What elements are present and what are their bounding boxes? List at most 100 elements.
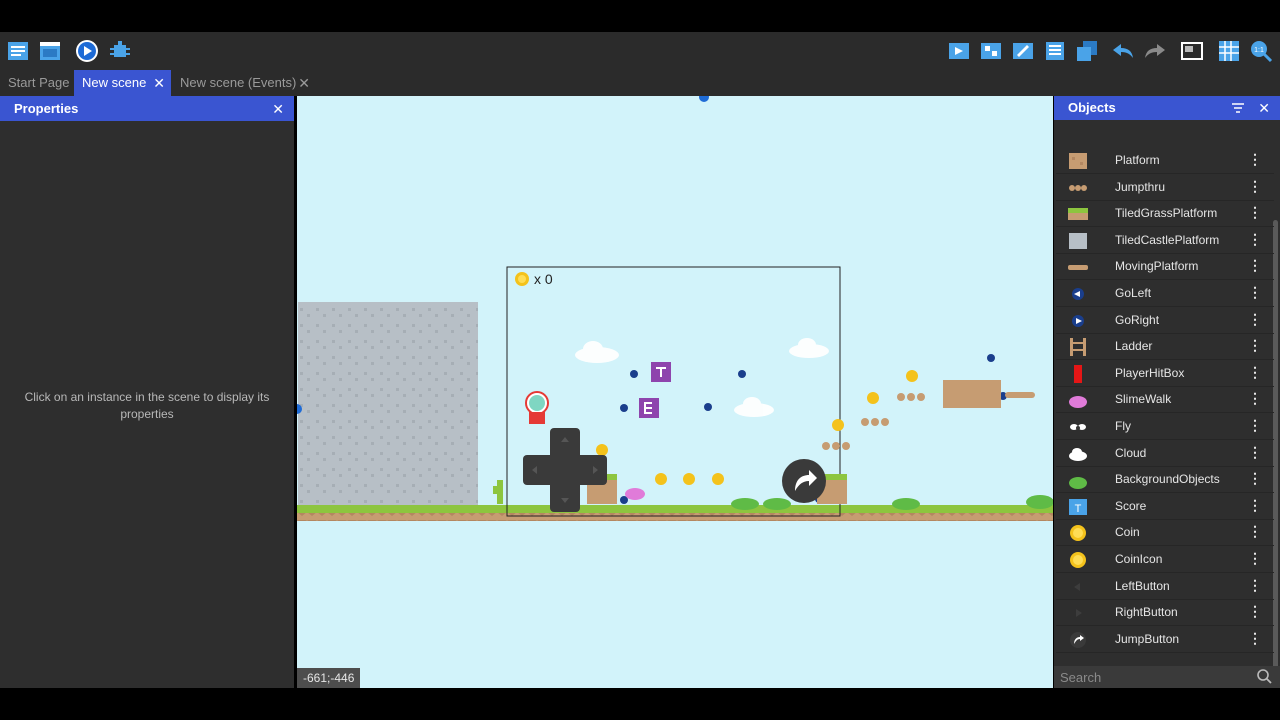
object-label: GoLeft <box>1115 286 1152 300</box>
object-label: CoinIcon <box>1115 552 1163 566</box>
more-options-icon[interactable]: ⋮ <box>1248 444 1262 461</box>
objects-title: Objects <box>1068 100 1116 115</box>
preview-play-icon[interactable] <box>75 39 99 63</box>
object-item[interactable]: TiledGrassPlatform ⋮ <box>1056 201 1274 228</box>
properties-panel-icon[interactable] <box>1011 39 1035 63</box>
object-item[interactable]: JumpButton ⋮ <box>1056 627 1274 653</box>
more-options-icon[interactable]: ⋮ <box>1248 630 1262 647</box>
more-options-icon[interactable]: ⋮ <box>1248 311 1262 328</box>
window-mask-icon[interactable] <box>1180 39 1204 63</box>
object-item[interactable]: BackgroundObjects ⋮ <box>1056 467 1274 494</box>
object-item[interactable]: SlimeWalk ⋮ <box>1056 387 1274 414</box>
redo-icon[interactable] <box>1143 39 1167 63</box>
object-label: SlimeWalk <box>1115 392 1172 407</box>
properties-header: Properties ✕ <box>0 97 294 121</box>
hitbox-icon <box>1074 364 1082 383</box>
ladder-icon <box>1070 338 1086 357</box>
add-object-icon[interactable] <box>947 39 971 63</box>
object-label: RightButton <box>1115 605 1178 620</box>
more-options-icon[interactable]: ⋮ <box>1248 497 1262 514</box>
more-options-icon[interactable]: ⋮ <box>1248 364 1262 381</box>
object-item[interactable]: MovingPlatform ⋮ <box>1056 254 1274 281</box>
object-item[interactable]: Cloud ⋮ <box>1056 441 1274 467</box>
svg-text:1:1: 1:1 <box>1254 47 1264 54</box>
object-label: LeftButton <box>1115 578 1170 593</box>
tab-label: New scene <box>82 75 147 90</box>
object-label: Coin <box>1115 525 1140 540</box>
object-label: Fly <box>1115 419 1131 433</box>
score-icon: T <box>1069 498 1087 515</box>
more-options-icon[interactable]: ⋮ <box>1248 231 1262 248</box>
close-icon[interactable]: ✕ <box>298 70 310 96</box>
fly-icon <box>1070 424 1086 430</box>
object-item[interactable]: Ladder ⋮ <box>1056 334 1274 361</box>
close-icon[interactable]: ✕ <box>153 70 165 96</box>
object-item[interactable]: Jumpthru ⋮ <box>1056 175 1274 201</box>
debugger-icon[interactable] <box>108 39 132 63</box>
more-options-icon[interactable]: ⋮ <box>1248 178 1262 195</box>
object-item[interactable]: GoLeft ⋮ <box>1056 281 1274 307</box>
object-item[interactable]: T Score ⋮ <box>1056 494 1274 520</box>
objects-search <box>1054 666 1280 688</box>
object-item[interactable]: Coin ⋮ <box>1056 520 1274 547</box>
filter-icon[interactable] <box>1232 103 1244 113</box>
more-options-icon[interactable]: ⋮ <box>1248 523 1262 540</box>
cursor-coordinates: -661;-446 <box>297 668 361 688</box>
object-item[interactable]: RightButton ⋮ <box>1056 600 1274 627</box>
properties-title: Properties <box>14 101 79 116</box>
cloud-icon <box>1069 447 1087 461</box>
more-options-icon[interactable]: ⋮ <box>1248 204 1262 221</box>
more-options-icon[interactable]: ⋮ <box>1248 577 1262 594</box>
more-options-icon[interactable]: ⋮ <box>1248 603 1262 620</box>
scene-render: x 0 <box>297 96 1053 521</box>
grid-icon[interactable] <box>1217 39 1241 63</box>
coin-icon <box>1070 552 1086 568</box>
toolbar: 1:1 <box>0 32 1280 70</box>
layers-icon[interactable] <box>1075 39 1099 63</box>
object-label: Cloud <box>1115 445 1147 460</box>
right-button-icon <box>1070 606 1086 621</box>
more-options-icon[interactable]: ⋮ <box>1248 550 1262 567</box>
object-item[interactable]: PlayerHitBox ⋮ <box>1056 361 1274 387</box>
more-options-icon[interactable]: ⋮ <box>1248 470 1262 487</box>
objects-list: Platform ⋮ Jumpthru ⋮ TiledGrassPlatform ⋮ Til… <box>1056 148 1276 666</box>
go-left-icon <box>1072 288 1084 300</box>
object-item[interactable]: TiledCastlePlatform ⋮ <box>1056 228 1274 254</box>
jump-control <box>782 459 826 503</box>
tab-new-scene-events[interactable]: New scene (Events) ✕ <box>172 70 316 96</box>
scene-canvas[interactable]: x 0 <box>297 96 1053 688</box>
bottom-bar <box>0 688 1280 720</box>
grass-ground <box>297 505 1053 513</box>
object-item[interactable]: GoRight ⋮ <box>1056 308 1274 334</box>
scene-editor-icon[interactable] <box>38 39 62 63</box>
objects-header: Objects ✕ <box>1054 96 1280 120</box>
close-icon[interactable]: ✕ <box>1258 96 1270 120</box>
tab-new-scene[interactable]: New scene ✕ <box>74 70 171 96</box>
object-item[interactable]: LeftButton ⋮ <box>1056 574 1274 600</box>
zoom-reset-icon[interactable]: 1:1 <box>1249 39 1273 63</box>
tab-label: New scene (Events) <box>180 75 297 90</box>
object-groups-icon[interactable] <box>979 39 1003 63</box>
search-icon[interactable] <box>1257 669 1272 684</box>
more-options-icon[interactable]: ⋮ <box>1248 151 1262 168</box>
object-label: Ladder <box>1115 339 1153 354</box>
more-options-icon[interactable]: ⋮ <box>1248 284 1262 301</box>
object-item[interactable]: Platform ⋮ <box>1056 148 1274 174</box>
more-options-icon[interactable]: ⋮ <box>1248 257 1262 274</box>
undo-icon[interactable] <box>1111 39 1135 63</box>
object-item[interactable]: Fly ⋮ <box>1056 414 1274 440</box>
object-item[interactable]: CoinIcon ⋮ <box>1056 547 1274 573</box>
platform-icon <box>1069 153 1087 169</box>
more-options-icon[interactable]: ⋮ <box>1248 417 1262 434</box>
project-manager-icon[interactable] <box>6 39 30 63</box>
more-options-icon[interactable]: ⋮ <box>1248 390 1262 407</box>
close-icon[interactable]: ✕ <box>272 97 284 121</box>
moving-platform-icon <box>1068 265 1088 271</box>
object-label: PlayerHitBox <box>1115 365 1185 380</box>
tab-start-page[interactable]: Start Page <box>0 70 74 96</box>
more-options-icon[interactable]: ⋮ <box>1248 337 1262 354</box>
jumpthru-icon <box>1069 184 1087 191</box>
search-input[interactable] <box>1060 668 1250 686</box>
properties-hint: Click on an instance in the scene to dis… <box>24 390 270 421</box>
instances-list-icon[interactable] <box>1043 39 1067 63</box>
